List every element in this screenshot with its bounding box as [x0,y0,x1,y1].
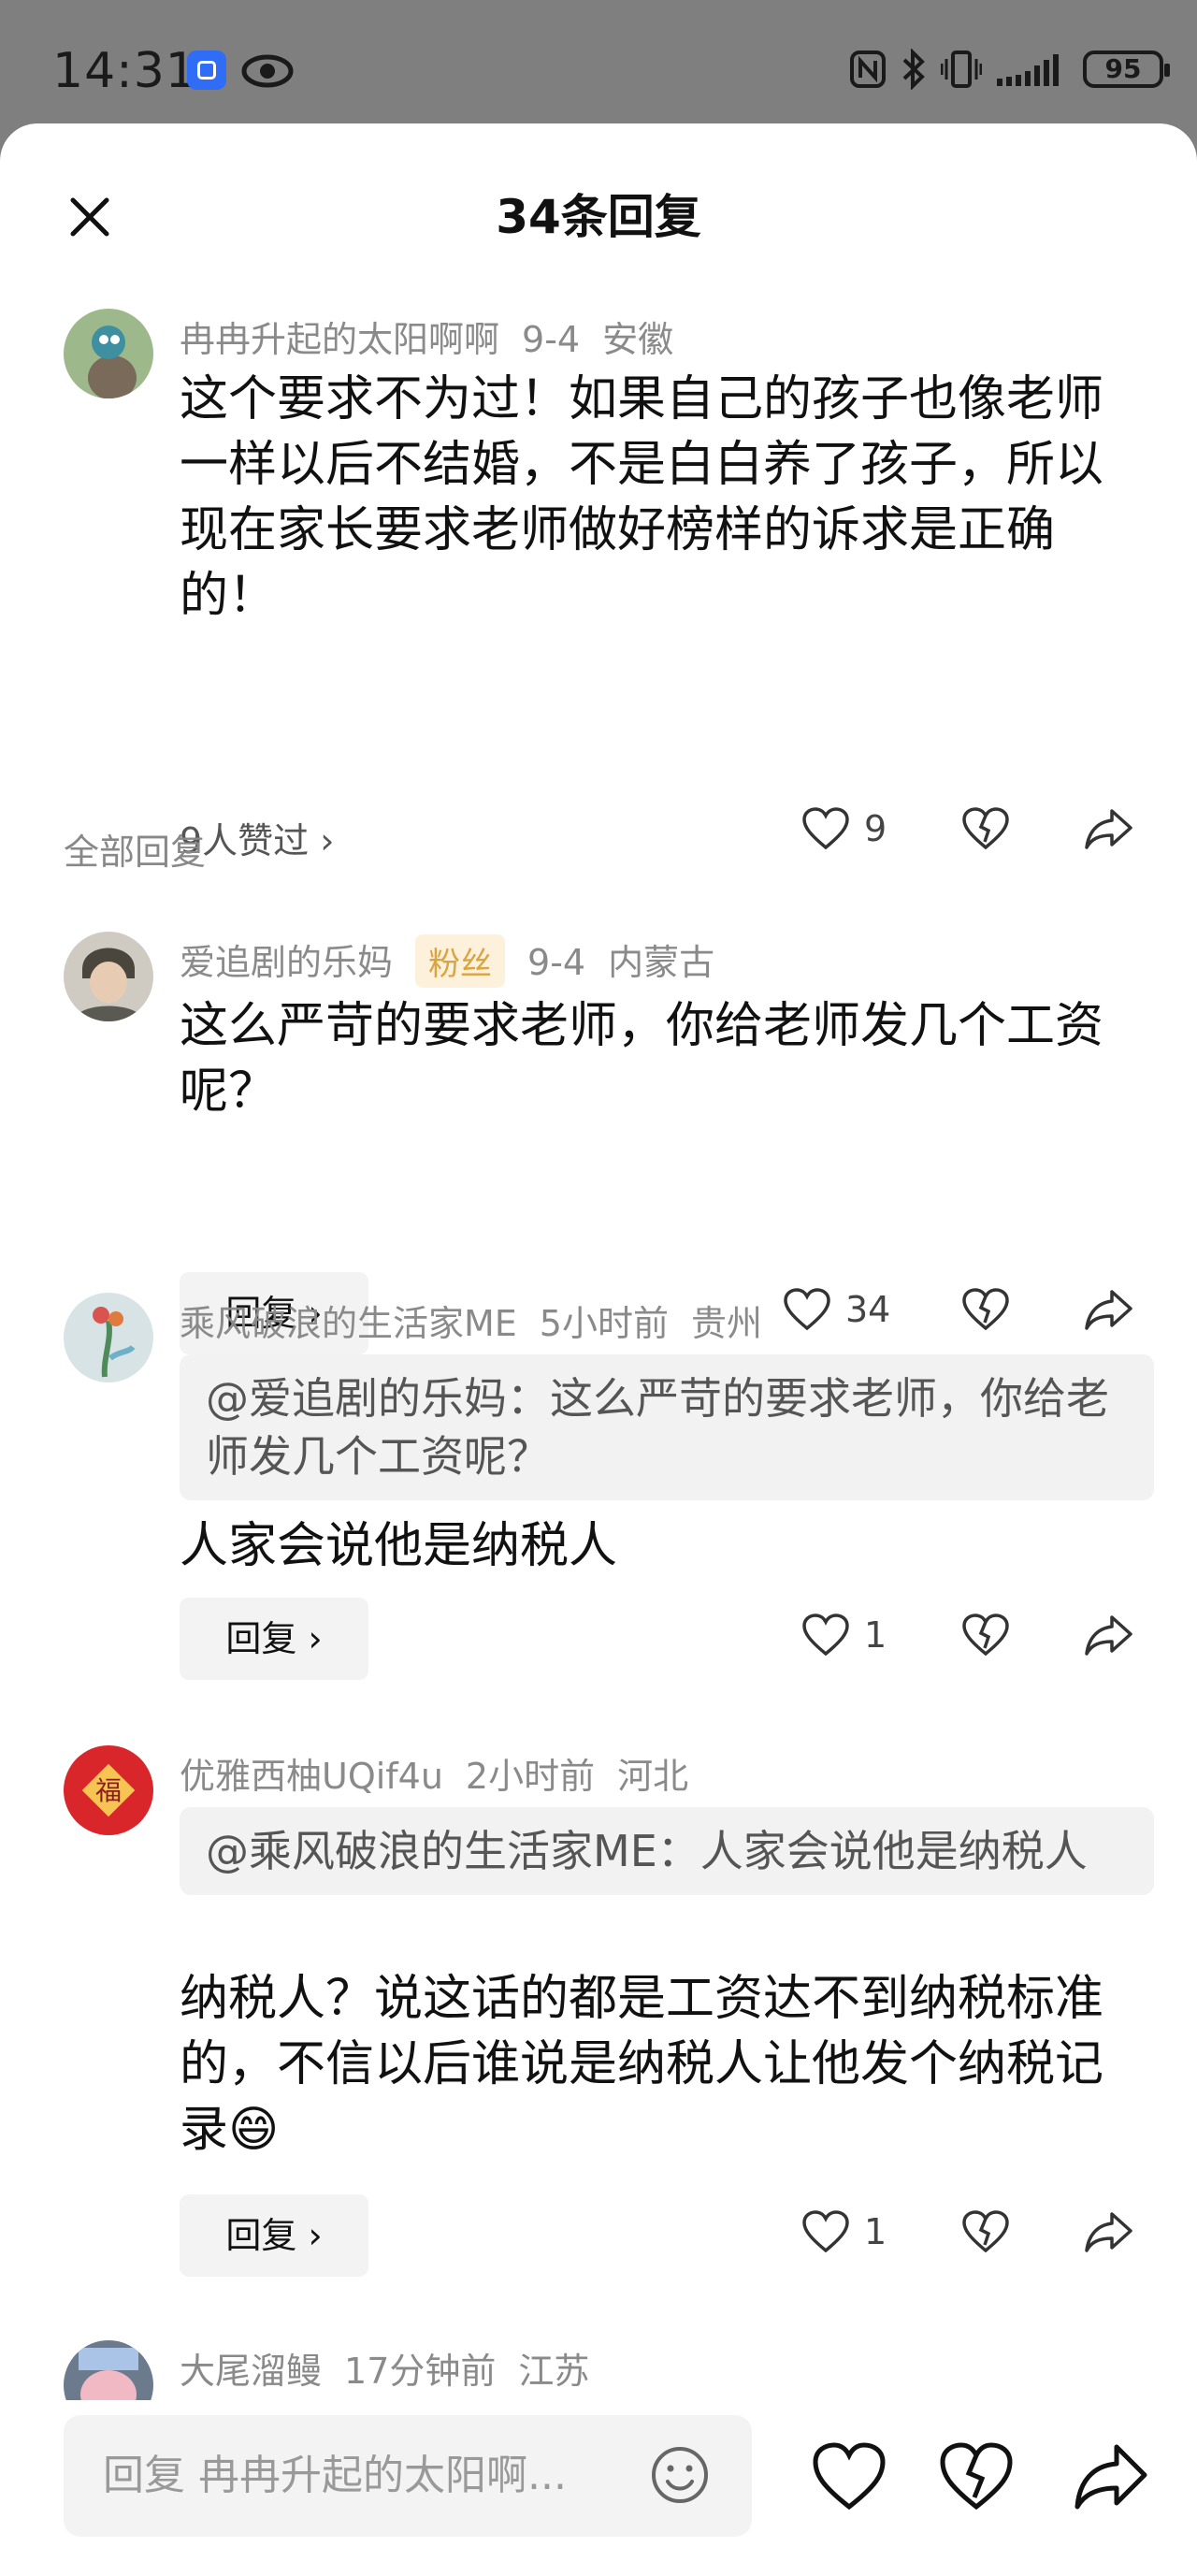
eye-icon [241,54,294,88]
avatar[interactable] [64,1293,153,1382]
comment-meta: 爱追剧的乐妈 粉丝 9-4 内蒙古 [180,933,737,988]
sheet-header: 34条回复 [0,123,1197,311]
username[interactable]: 爱追剧的乐妈 [180,942,393,983]
battery-indicator: 95 [1083,51,1170,88]
heart-icon [784,1288,830,1331]
comment-date: 9-4 [522,319,581,360]
replies-sheet: 34条回复 冉冉升起的太阳啊啊 9-4 安徽 这个要求不为过！如果自己的孩子也像老师… [0,123,1197,2576]
dislike-button[interactable] [948,1272,1023,1347]
dislike-button[interactable] [948,791,1023,866]
comment-meta: 大尾溜鳗 17分钟前 江苏 [180,2342,612,2394]
share-button[interactable] [1072,791,1147,866]
avatar[interactable]: 福 [64,1745,153,1835]
share-icon [1085,1615,1132,1656]
signal-icon [997,54,1059,86]
vibrate-icon [941,51,982,88]
like-count: 9 [864,808,887,849]
share-button[interactable] [1072,1272,1147,1347]
emoji-icon[interactable] [647,2442,713,2508]
comment-location: 内蒙古 [608,942,715,983]
share-icon [1085,2212,1132,2252]
heart-icon[interactable] [810,2438,888,2516]
username[interactable]: 大尾溜鳗 [180,2351,322,2392]
broken-heart-icon [962,1614,1009,1657]
heart-icon [802,807,849,850]
status-bar: 14:31 95 [0,0,1197,123]
dislike-button[interactable] [948,2194,1023,2269]
fan-badge: 粉丝 [415,934,506,988]
bluetooth-icon [902,49,925,90]
comment-date: 2小时前 [465,1756,596,1797]
like-button[interactable]: 1 [800,2194,887,2269]
comment-meta: 乘风破浪的生活家ME 5小时前 贵州 [180,1295,785,1346]
comment-meta: 优雅西柚UQif4u 2小时前 河北 [180,1747,711,1799]
comment-text: 纳税人？说这话的都是工资达不到纳税标准的，不信以后谁说是纳税人让他发个纳税记录😄 [180,1971,1104,2158]
like-button[interactable]: 9 [800,791,887,866]
share-button[interactable] [1072,2194,1147,2269]
status-time: 14:31 [52,43,197,99]
quoted-comment[interactable]: @爱追剧的乐妈：这么严苛的要求老师，你给老师发几个工资呢？ [180,1354,1154,1500]
comment-date: 5小时前 [539,1303,669,1344]
svg-text:福: 福 [95,1775,122,1806]
username[interactable]: 优雅西柚UQif4u [180,1756,443,1797]
username[interactable]: 冉冉升起的太阳啊啊 [180,319,499,360]
comment-location: 贵州 [690,1303,762,1344]
comment-text: 这么严苛的要求老师，你给老师发几个工资呢？ [180,998,1104,1120]
comment-date: 17分钟前 [344,2351,497,2392]
sheet-title: 34条回复 [496,190,701,244]
broken-heart-icon[interactable] [937,2438,1016,2516]
comment-date: 9-4 [527,942,586,983]
broken-heart-icon [962,807,1009,850]
broken-heart-icon [962,1288,1009,1331]
reply-actions: 1 [0,1598,1197,1672]
avatar[interactable] [64,932,153,1021]
username[interactable]: 乘风破浪的生活家ME [180,1303,517,1344]
comment-location: 安徽 [602,319,674,360]
nfc-icon [850,51,886,88]
comment-location: 江苏 [518,2351,590,2392]
avatar[interactable] [64,309,153,398]
reply-actions: 1 [0,2194,1197,2269]
share-icon [1085,1290,1132,1330]
bottom-bar: 回复 冉冉升起的太阳啊... [0,2400,1197,2576]
comment-meta: 冉冉升起的太阳啊啊 9-4 安徽 [180,311,696,362]
dislike-button[interactable] [948,1598,1023,1672]
like-button[interactable]: 34 [782,1272,890,1347]
heart-icon [802,1614,849,1657]
share-button[interactable] [1072,1598,1147,1672]
like-count: 1 [864,2211,887,2252]
like-button[interactable]: 1 [800,1598,887,1672]
like-count: 1 [864,1614,887,1656]
status-icons: 95 [849,49,1170,90]
share-icon [1085,809,1132,849]
comment-location: 河北 [617,1756,689,1797]
quoted-comment[interactable]: @乘风破浪的生活家ME：人家会说他是纳税人 [180,1807,1154,1895]
like-count: 34 [845,1289,891,1330]
comment-text: 这个要求不为过！如果自己的孩子也像老师一样以后不结婚，不是白白养了孩子，所以现在… [180,371,1104,624]
app-notification-icon [187,51,226,90]
share-icon[interactable] [1072,2438,1150,2516]
comment-text: 人家会说他是纳税人 [180,1518,618,1574]
section-label: 全部回复 [64,832,207,873]
broken-heart-icon [962,2210,1009,2253]
heart-icon [802,2210,849,2253]
